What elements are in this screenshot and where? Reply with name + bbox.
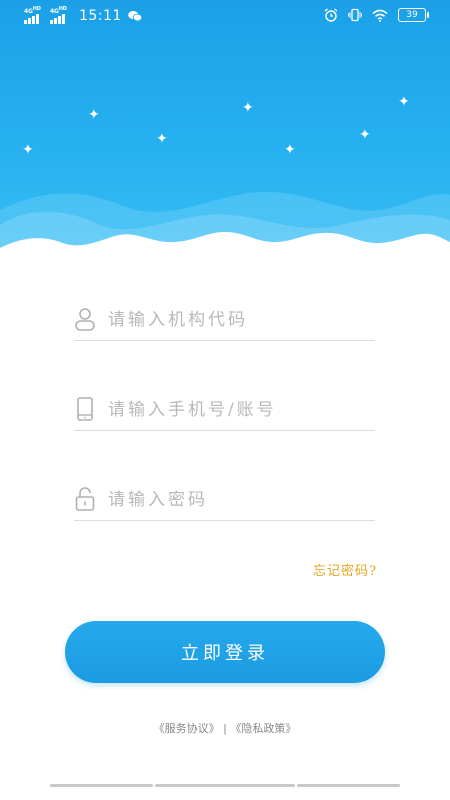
signal-icon: 4GHD	[24, 6, 44, 24]
navigation-bar	[0, 784, 450, 788]
phone-field	[74, 390, 375, 431]
password-input[interactable]	[106, 484, 370, 516]
forgot-password-link[interactable]: 忘记密码?	[313, 560, 377, 579]
signal-icon: 4GHD	[50, 6, 70, 24]
nav-bar-segment[interactable]	[155, 784, 295, 787]
phone-icon	[77, 397, 93, 421]
org-code-field	[74, 300, 375, 341]
sparkle-icon: ✦	[398, 94, 410, 110]
header-banner: ✦ ✦ ✦ ✦ ✦ ✦ ✦ 4GHD 4GHD 15:11 39	[0, 0, 450, 255]
sparkle-icon: ✦	[359, 127, 371, 143]
sparkle-icon: ✦	[88, 107, 100, 123]
privacy-policy-link[interactable]: 《隐私政策》	[230, 722, 296, 735]
wifi-icon	[372, 9, 388, 22]
link-separator: |	[223, 722, 227, 735]
vibrate-icon	[348, 8, 362, 22]
clock: 15:11	[79, 8, 122, 24]
battery-indicator: 39	[398, 8, 429, 22]
wechat-icon	[128, 11, 142, 22]
alarm-icon	[324, 8, 338, 22]
wave-decoration	[0, 191, 450, 255]
org-code-input[interactable]	[106, 304, 370, 336]
sparkle-icon: ✦	[22, 142, 34, 158]
login-button[interactable]: 立即登录	[65, 621, 385, 683]
nav-bar-segment[interactable]	[297, 784, 400, 787]
sparkle-icon: ✦	[284, 142, 296, 158]
sparkle-icon: ✦	[156, 131, 168, 147]
nav-bar-segment[interactable]	[50, 784, 153, 787]
lock-icon	[75, 487, 95, 511]
status-bar: 4GHD 4GHD 15:11 39	[0, 0, 450, 34]
password-field	[74, 480, 375, 521]
sparkle-icon: ✦	[242, 100, 254, 116]
phone-input[interactable]	[106, 394, 370, 426]
agreement-links: 《服务协议》 | 《隐私政策》	[0, 720, 450, 736]
user-icon	[75, 308, 95, 331]
service-agreement-link[interactable]: 《服务协议》	[154, 722, 220, 735]
